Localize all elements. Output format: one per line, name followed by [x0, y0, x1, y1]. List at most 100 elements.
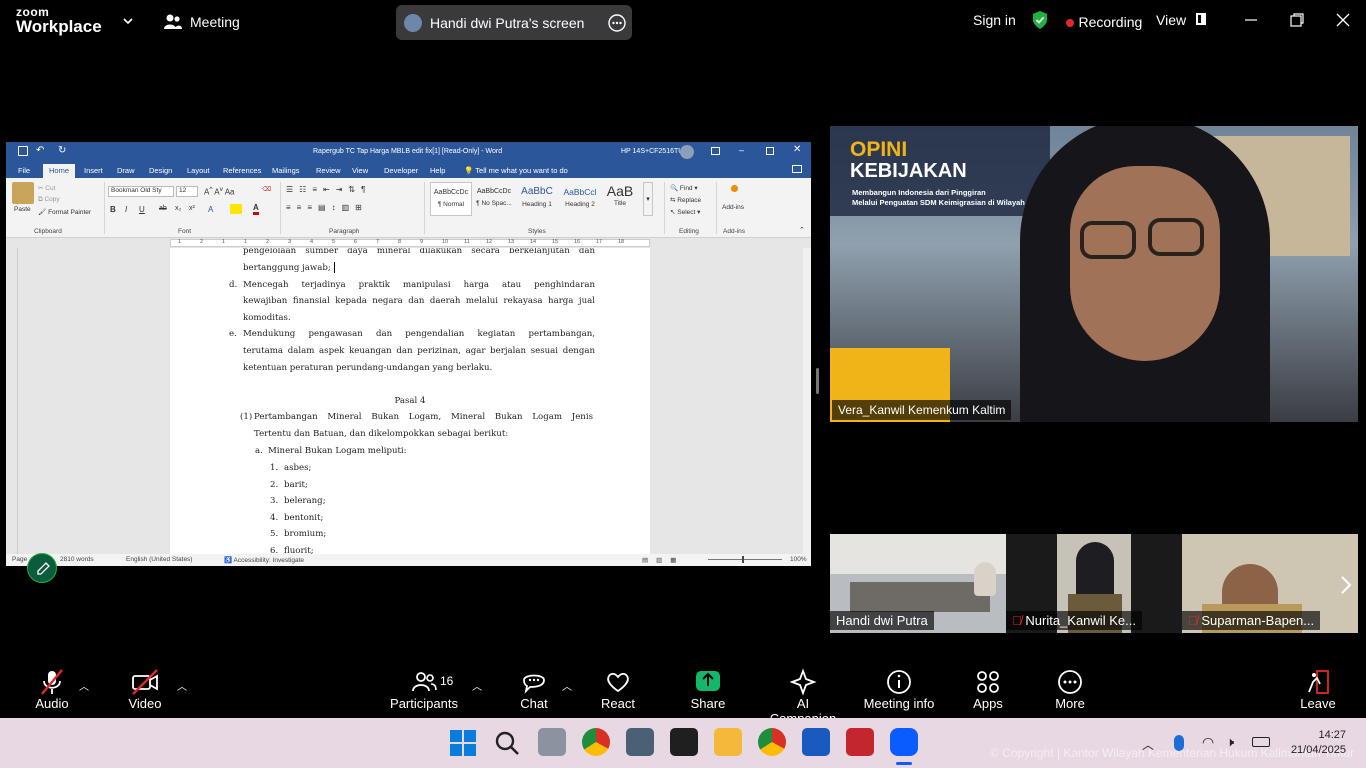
paste-button-label[interactable]: Paste: [14, 206, 31, 213]
next-page-chevron-icon[interactable]: [1338, 574, 1354, 601]
user-avatar[interactable]: [680, 145, 694, 159]
tab-view[interactable]: View: [352, 166, 368, 175]
save-icon[interactable]: [18, 146, 28, 156]
recording-indicator[interactable]: Recording: [1066, 14, 1142, 32]
status-accessibility[interactable]: ♿ Accessibility: Investigate: [224, 556, 304, 564]
word-app-icon[interactable]: [802, 728, 830, 756]
sticky-notes-icon[interactable]: [670, 728, 698, 756]
audio-button[interactable]: Audio: [30, 668, 74, 711]
add-ins-button-label[interactable]: Add-ins: [722, 204, 744, 211]
search-icon[interactable]: [494, 730, 520, 761]
zoom-slider-thumb[interactable]: [742, 556, 744, 563]
status-language[interactable]: English (United States): [126, 556, 192, 563]
tab-file[interactable]: File: [18, 166, 30, 175]
align-buttons[interactable]: ≡≡≡▤↕▥⊞: [286, 203, 368, 212]
tab-review[interactable]: Review: [316, 166, 341, 175]
security-shield-icon[interactable]: [1031, 10, 1049, 35]
react-button[interactable]: React: [598, 668, 638, 711]
vertical-scrollbar[interactable]: [803, 248, 811, 554]
font-name-select[interactable]: Bookman Old Sty: [108, 186, 174, 197]
list-buttons[interactable]: ☰☷≡⇤⇥⇅¶: [286, 185, 371, 194]
meeting-people-icon[interactable]: [163, 12, 183, 37]
tab-developer[interactable]: Developer: [384, 166, 418, 175]
zoom-slider[interactable]: [708, 559, 782, 560]
document-page[interactable]: pengelolaan sumber daya mineral dilakuka…: [170, 248, 650, 554]
style-normal[interactable]: AaBbCcDc ¶ Normal: [430, 182, 472, 216]
superscript-button[interactable]: x²: [189, 205, 195, 212]
status-zoom-level[interactable]: 100%: [790, 556, 807, 563]
grow-font-icon[interactable]: A^ Av Aa: [204, 186, 235, 197]
screen-share-pill[interactable]: Handi dwi Putra's screen: [396, 5, 632, 40]
panel-splitter-handle[interactable]: [816, 368, 819, 394]
minimize-icon[interactable]: [1243, 12, 1259, 33]
italic-button[interactable]: I: [125, 205, 127, 214]
tray-chevron-icon[interactable]: ︿: [1142, 736, 1154, 753]
view-mode-icons[interactable]: ▤▥▦: [642, 556, 684, 564]
video-button[interactable]: Video: [122, 668, 168, 711]
participant-thumbnail[interactable]: Handi dwi Putra: [830, 534, 1006, 633]
sign-in-link[interactable]: Sign in: [973, 12, 1016, 28]
calculator-icon[interactable]: [626, 728, 654, 756]
text-effects-icon[interactable]: A: [208, 205, 213, 214]
word-close-icon[interactable]: ✕: [793, 144, 801, 155]
tab-insert[interactable]: Insert: [84, 166, 103, 175]
participant-thumbnail[interactable]: 🎙̸ Suparman-Bapen...: [1182, 534, 1358, 633]
format-painter-button[interactable]: 🖌 Format Painter: [38, 208, 91, 216]
tab-draw[interactable]: Draw: [117, 166, 135, 175]
style-heading-1[interactable]: AaBbC Heading 1: [516, 182, 558, 216]
tab-layout[interactable]: Layout: [187, 166, 210, 175]
cut-button[interactable]: ✂ Cut: [38, 184, 55, 192]
font-size-select[interactable]: 12: [176, 186, 198, 197]
meeting-info-button[interactable]: Meeting info: [862, 668, 936, 711]
tab-help[interactable]: Help: [430, 166, 445, 175]
taskbar-clock[interactable]: 14:27 21/04/2025: [1291, 728, 1346, 758]
more-button[interactable]: More: [1048, 668, 1092, 711]
tab-mailings[interactable]: Mailings: [272, 166, 300, 175]
collapse-ribbon-icon[interactable]: ⌃: [799, 226, 805, 234]
replace-button[interactable]: ⇆ Replace: [670, 196, 701, 204]
share-options-icon[interactable]: [608, 14, 626, 37]
copy-button[interactable]: ⧉ Copy: [38, 196, 60, 204]
clear-formatting-icon[interactable]: ⌫: [262, 185, 271, 193]
battery-icon[interactable]: [1252, 737, 1270, 747]
style-title[interactable]: AaB Title: [602, 182, 638, 216]
speaker-video-tile[interactable]: OPINI KEBIJAKAN Membangun Indonesia dari…: [830, 126, 1358, 422]
word-minimize-icon[interactable]: –: [739, 145, 744, 155]
chrome-icon[interactable]: [582, 728, 610, 756]
mic-tray-icon[interactable]: [1174, 735, 1184, 751]
zoom-app-icon[interactable]: [890, 728, 918, 756]
restore-icon[interactable]: [1289, 12, 1305, 33]
windows-start-icon[interactable]: [450, 730, 476, 756]
volume-muted-icon[interactable]: 🕨: [1226, 734, 1234, 750]
meeting-label[interactable]: Meeting: [190, 14, 240, 30]
styles-more-icon[interactable]: ▾: [643, 182, 653, 216]
chrome-profile-icon[interactable]: [758, 728, 786, 756]
status-page[interactable]: Page: [12, 556, 27, 563]
select-button[interactable]: ↖ Select ▾: [670, 208, 700, 216]
view-button[interactable]: View: [1156, 12, 1206, 28]
tab-references[interactable]: References: [223, 166, 261, 175]
pdf-reader-icon[interactable]: [846, 728, 874, 756]
paste-icon[interactable]: [12, 182, 34, 204]
subscript-button[interactable]: x₂: [175, 205, 181, 212]
tell-me-search[interactable]: 💡 Tell me what you want to do: [464, 166, 568, 175]
style-heading-2[interactable]: AaBbCcl Heading 2: [559, 182, 601, 216]
participant-thumbnail[interactable]: 🎙̸ Nurita_Kanwil Ke...: [1006, 534, 1182, 633]
strikethrough-button[interactable]: ab: [159, 205, 167, 212]
chat-options-caret-icon[interactable]: ︿: [562, 678, 572, 693]
camera-app-icon[interactable]: [538, 728, 566, 756]
leave-button[interactable]: Leave: [1298, 668, 1338, 711]
tab-home[interactable]: Home: [43, 164, 76, 178]
workplace-menu-chevron-icon[interactable]: [122, 14, 134, 32]
bold-button[interactable]: B: [110, 205, 116, 214]
comments-icon[interactable]: [792, 165, 802, 173]
redo-icon[interactable]: ↻: [58, 145, 66, 156]
annotate-pencil-button[interactable]: [27, 553, 57, 583]
close-icon[interactable]: [1335, 12, 1351, 33]
font-color-icon[interactable]: A: [253, 203, 259, 215]
status-word-count[interactable]: 2810 words: [60, 556, 94, 563]
video-options-caret-icon[interactable]: ︿: [177, 678, 187, 693]
wifi-icon[interactable]: ◠: [1202, 734, 1214, 751]
undo-icon[interactable]: ↶: [36, 145, 44, 156]
chat-button[interactable]: Chat: [514, 668, 554, 711]
